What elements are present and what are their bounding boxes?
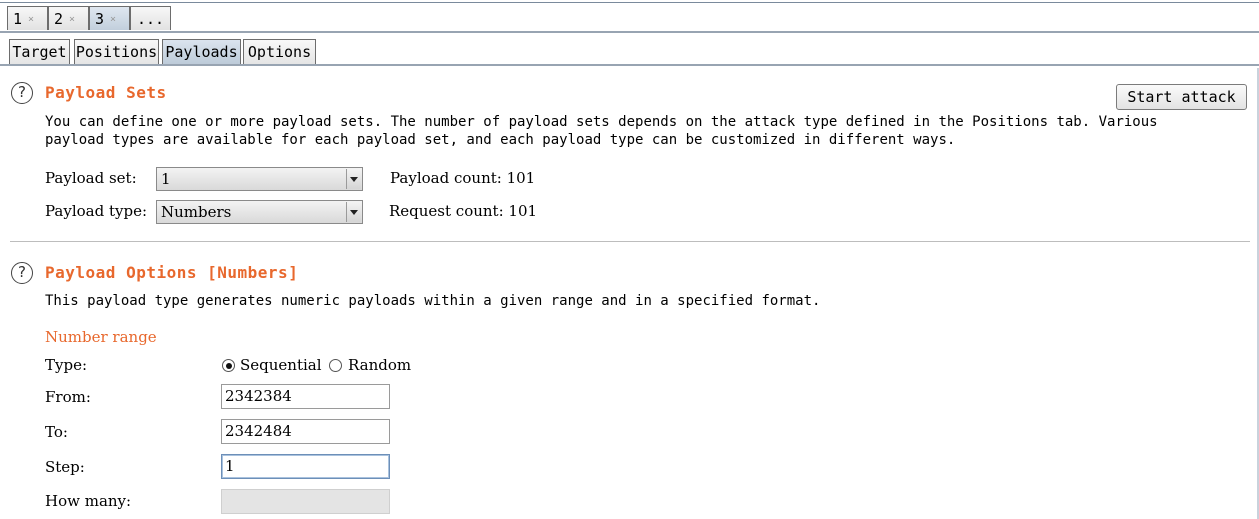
step-input[interactable]: 1	[221, 454, 390, 479]
help-icon[interactable]: ?	[11, 82, 33, 104]
from-label: From:	[45, 388, 91, 406]
request-count: Request count: 101	[389, 202, 538, 220]
to-input[interactable]: 2342484	[221, 419, 390, 444]
chevron-down-icon[interactable]	[346, 202, 361, 222]
attack-tab-label: 3	[95, 10, 105, 28]
number-range-heading: Number range	[45, 328, 157, 346]
tab-options[interactable]: Options	[243, 39, 316, 65]
attack-tab-strip: 1 × 2 × 3 × ...	[0, 0, 1259, 34]
to-label: To:	[45, 423, 68, 441]
tab-positions[interactable]: Positions	[74, 39, 159, 65]
payload-type-label: Payload type:	[45, 202, 148, 220]
from-input[interactable]: 2342384	[221, 384, 390, 409]
payload-type-value: Numbers	[161, 203, 232, 221]
close-icon[interactable]: ×	[28, 14, 34, 25]
tab-payloads[interactable]: Payloads	[162, 39, 241, 65]
tab-strip-divider	[0, 31, 1259, 33]
attack-tab-2[interactable]: 2 ×	[48, 6, 89, 30]
how-many-input	[221, 489, 390, 514]
payload-sets-description-line1: You can define one or more payload sets.…	[45, 114, 1158, 130]
attack-tab-label: 2	[54, 10, 64, 28]
attack-tab-label: 1	[13, 10, 23, 28]
payloads-panel: ? Payload Sets Start attack You can defi…	[0, 68, 1259, 519]
payload-set-select[interactable]: 1	[156, 167, 363, 191]
random-label[interactable]: Random	[348, 356, 411, 374]
new-tab-label: ...	[136, 10, 165, 28]
payload-type-select[interactable]: Numbers	[156, 200, 363, 224]
payload-options-description: This payload type generates numeric payl…	[45, 293, 821, 309]
type-label: Type:	[45, 356, 88, 374]
payload-options-title: Payload Options [Numbers]	[45, 263, 299, 282]
help-icon[interactable]: ?	[11, 262, 33, 284]
payload-set-label: Payload set:	[45, 169, 137, 187]
sequential-label[interactable]: Sequential	[240, 356, 322, 374]
attack-tab-1[interactable]: 1 ×	[7, 6, 48, 30]
payload-count: Payload count: 101	[390, 169, 536, 187]
start-attack-button[interactable]: Start attack	[1116, 84, 1247, 110]
tab-target[interactable]: Target	[9, 39, 70, 65]
section-divider	[10, 241, 1250, 242]
sequential-radio[interactable]	[222, 359, 235, 372]
payload-set-value: 1	[161, 170, 171, 188]
close-icon[interactable]: ×	[69, 14, 75, 25]
attack-tab-3[interactable]: 3 ×	[89, 6, 130, 30]
close-icon[interactable]: ×	[110, 14, 116, 25]
chevron-down-icon[interactable]	[346, 169, 361, 189]
tab-strip-top-border	[0, 2, 1259, 3]
sub-tab-strip: Target Positions Payloads Options	[0, 34, 1259, 68]
random-radio[interactable]	[329, 359, 342, 372]
how-many-label: How many:	[45, 492, 132, 510]
payload-sets-description-line2: payload types are available for each pay…	[45, 132, 956, 148]
step-label: Step:	[45, 458, 85, 476]
new-tab-button[interactable]: ...	[130, 6, 171, 30]
payload-sets-title: Payload Sets	[45, 83, 167, 102]
sub-tab-divider	[0, 64, 1259, 66]
